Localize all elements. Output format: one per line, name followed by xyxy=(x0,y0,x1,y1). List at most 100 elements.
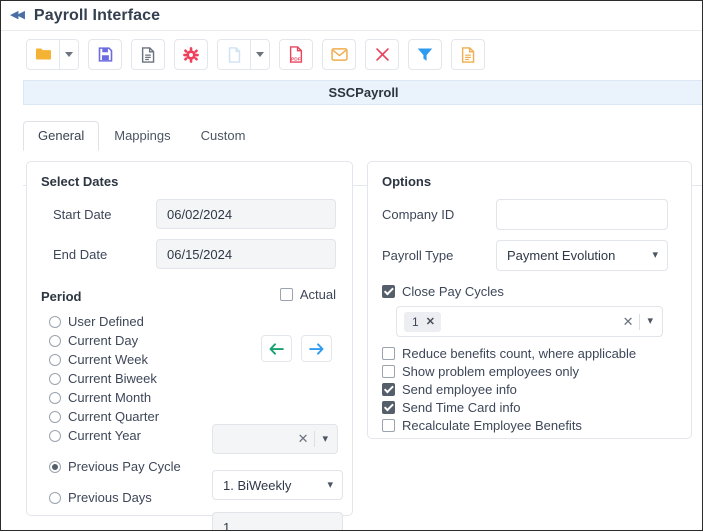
checkbox-indicator[interactable] xyxy=(382,365,395,378)
x-icon[interactable]: ✕ xyxy=(292,431,315,447)
save-button[interactable] xyxy=(88,39,122,70)
report-button[interactable] xyxy=(131,39,165,70)
current-quarter-select[interactable]: ✕ ▾ xyxy=(212,424,338,454)
page-title: Payroll Interface xyxy=(33,6,161,24)
arrow-right-icon xyxy=(309,342,324,355)
close-pay-cycles-checkbox[interactable] xyxy=(382,285,395,298)
actual-checkbox[interactable] xyxy=(279,288,293,301)
payroll-type-value: Payment Evolution xyxy=(507,248,616,263)
select-dates-panel: Select Dates Start Date 06/02/2024 End D… xyxy=(26,161,353,530)
period-body: User Defined Current Day Current Week Cu… xyxy=(27,305,352,530)
filter-button[interactable] xyxy=(408,39,442,70)
chevron-down-icon[interactable]: ▾ xyxy=(315,433,331,445)
checkbox-indicator[interactable] xyxy=(382,383,395,396)
module-banner: SSCPayroll xyxy=(23,80,702,105)
start-date-label: Start Date xyxy=(53,206,112,222)
toolbar-group-open xyxy=(26,39,79,70)
radio-previous-days[interactable]: Previous Days xyxy=(49,488,214,507)
delete-button[interactable] xyxy=(365,39,399,70)
end-date-row: End Date 06/15/2024 xyxy=(27,239,352,269)
x-icon[interactable]: ✕ xyxy=(426,315,435,328)
pay-cycle-tags-select[interactable]: 1 ✕ ✕ ▾ xyxy=(396,306,663,337)
radio-current-biweek[interactable]: Current Biweek xyxy=(49,369,214,388)
payroll-type-select[interactable]: Payment Evolution ▾ xyxy=(496,240,668,271)
tab-general[interactable]: General xyxy=(23,121,100,151)
radio-indicator[interactable] xyxy=(49,429,61,442)
arrow-left-icon xyxy=(269,342,284,355)
radio-indicator[interactable] xyxy=(49,372,61,385)
period-header: Period Actual xyxy=(27,287,352,305)
radio-previous-pay-cycle[interactable]: Previous Pay Cycle xyxy=(49,457,214,476)
checkbox-recalculate-employee-benefits[interactable]: Recalculate Employee Benefits xyxy=(382,418,691,433)
window-content: PDF SSCPayroll General Mappings Custom S… xyxy=(1,31,702,530)
radio-current-day[interactable]: Current Day xyxy=(49,331,214,350)
checkbox-indicator[interactable] xyxy=(382,401,395,414)
tag-chip[interactable]: 1 ✕ xyxy=(404,311,441,332)
company-id-label: Company ID xyxy=(382,207,455,222)
radio-indicator[interactable] xyxy=(49,334,61,347)
email-button[interactable] xyxy=(322,39,356,70)
folder-icon xyxy=(35,48,51,60)
close-pay-cycles-row[interactable]: Close Pay Cycles xyxy=(368,284,691,299)
double-chevron-left-icon[interactable]: ◀◀ xyxy=(10,10,25,21)
actual-checkbox-row[interactable]: Actual xyxy=(279,287,336,302)
radio-user-defined[interactable]: User Defined xyxy=(49,312,214,331)
panels-container: Select Dates Start Date 06/02/2024 End D… xyxy=(1,150,702,530)
radio-indicator[interactable] xyxy=(49,460,61,473)
radio-current-year[interactable]: Current Year xyxy=(49,426,214,445)
radio-indicator[interactable] xyxy=(49,315,61,328)
tag-label: 1 xyxy=(412,314,419,329)
radio-indicator[interactable] xyxy=(49,410,61,423)
previous-pay-cycle-select[interactable]: 1. BiWeekly ▾ xyxy=(212,470,343,500)
notes-button[interactable] xyxy=(451,39,485,70)
start-date-row: Start Date 06/02/2024 xyxy=(27,199,352,229)
banner-label: SSCPayroll xyxy=(328,85,399,100)
new-document-button[interactable] xyxy=(218,40,250,69)
envelope-icon xyxy=(330,48,348,61)
options-panel: Options Company ID Payroll Type Payment … xyxy=(367,161,692,439)
radio-indicator[interactable] xyxy=(49,491,61,504)
checkbox-indicator[interactable] xyxy=(382,347,395,360)
checkbox-show-problem-employees[interactable]: Show problem employees only xyxy=(382,364,691,379)
payroll-interface-window: ◀◀ Payroll Interface PDF SSCPayroll Gene… xyxy=(0,0,703,531)
new-document-dropdown-button[interactable] xyxy=(250,40,269,69)
company-id-input[interactable] xyxy=(496,199,668,230)
actual-label: Actual xyxy=(299,287,336,302)
period-radio-group: User Defined Current Day Current Week Cu… xyxy=(49,312,214,507)
window-titlebar: ◀◀ Payroll Interface xyxy=(1,1,702,31)
previous-pay-cycle-value: 1. BiWeekly xyxy=(223,477,292,493)
previous-days-input[interactable]: 1 xyxy=(212,512,343,530)
checkbox-send-time-card-info[interactable]: Send Time Card info xyxy=(382,400,691,415)
period-nav-arrows xyxy=(261,335,332,362)
chevron-down-icon[interactable]: ▾ xyxy=(640,316,656,327)
toolbar: PDF xyxy=(1,31,702,78)
export-pdf-button[interactable]: PDF xyxy=(279,39,313,70)
period-next-button[interactable] xyxy=(301,335,332,362)
clear-tags-x-icon[interactable]: ✕ xyxy=(617,314,640,330)
chevron-down-icon[interactable]: ▾ xyxy=(320,479,336,491)
radio-current-quarter[interactable]: Current Quarter xyxy=(49,407,214,426)
tab-custom[interactable]: Custom xyxy=(186,121,261,151)
options-title: Options xyxy=(382,174,432,189)
open-folder-button[interactable] xyxy=(27,40,59,69)
period-previous-button[interactable] xyxy=(261,335,292,362)
end-date-input[interactable]: 06/15/2024 xyxy=(156,239,336,269)
radio-indicator[interactable] xyxy=(49,353,61,366)
open-folder-dropdown-button[interactable] xyxy=(59,40,78,69)
document-lines-icon xyxy=(141,46,155,63)
options-checkbox-group: Reduce benefits count, where applicable … xyxy=(368,337,691,433)
payroll-type-label: Payroll Type xyxy=(382,248,454,263)
radio-current-month[interactable]: Current Month xyxy=(49,388,214,407)
radio-current-week[interactable]: Current Week xyxy=(49,350,214,369)
end-date-label: End Date xyxy=(53,246,108,262)
checkbox-indicator[interactable] xyxy=(382,419,395,432)
company-id-row: Company ID xyxy=(368,199,691,230)
period-title: Period xyxy=(41,288,82,304)
checkbox-send-employee-info[interactable]: Send employee info xyxy=(382,382,691,397)
chevron-down-icon[interactable]: ▾ xyxy=(645,250,661,261)
start-date-input[interactable]: 06/02/2024 xyxy=(156,199,336,229)
tab-mappings[interactable]: Mappings xyxy=(99,121,185,151)
settings-button[interactable] xyxy=(174,39,208,70)
radio-indicator[interactable] xyxy=(49,391,61,404)
checkbox-reduce-benefits-count[interactable]: Reduce benefits count, where applicable xyxy=(382,346,691,361)
